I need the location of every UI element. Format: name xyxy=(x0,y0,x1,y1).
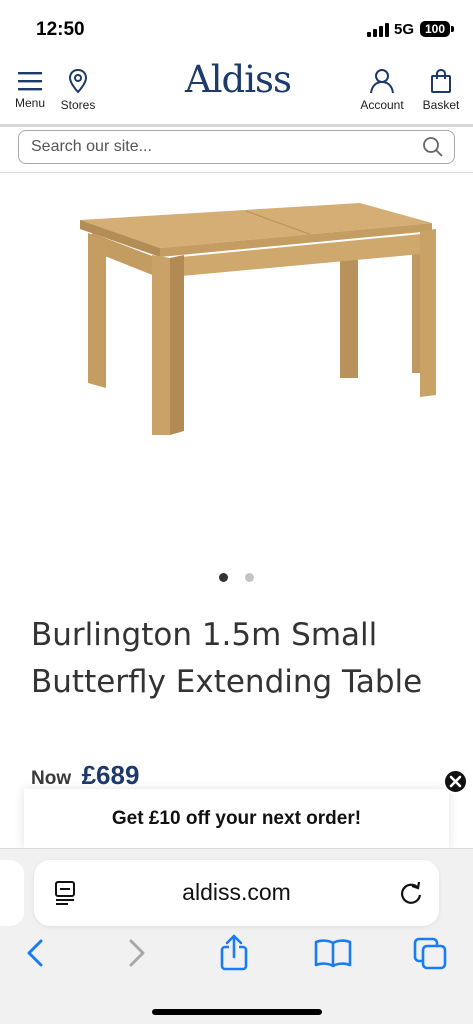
basket-button[interactable]: Basket xyxy=(411,62,471,114)
stores-label: Stores xyxy=(60,98,96,112)
home-indicator xyxy=(152,1009,322,1015)
carousel-dot-active[interactable] xyxy=(219,573,229,582)
browser-toolbar: aldiss.com xyxy=(0,848,473,1024)
promo-text: Get £10 off your next order! xyxy=(111,808,362,829)
share-icon xyxy=(220,934,248,971)
forward-icon xyxy=(129,939,145,967)
stores-button[interactable]: Stores xyxy=(48,62,108,114)
forward-button[interactable] xyxy=(117,933,157,973)
signal-icon xyxy=(367,23,389,37)
url-text: aldiss.com xyxy=(182,879,291,905)
product-image[interactable] xyxy=(0,173,473,563)
carousel-dot[interactable] xyxy=(244,573,254,582)
carousel-dots xyxy=(0,569,473,582)
now-label: Now xyxy=(31,768,72,789)
previous-tab-preview[interactable] xyxy=(0,860,24,926)
tabs-icon xyxy=(413,937,447,970)
header-divider xyxy=(0,124,473,127)
battery-icon: 100 xyxy=(420,21,450,37)
back-icon xyxy=(27,939,43,967)
product-price: £689 xyxy=(81,760,140,790)
share-button[interactable] xyxy=(214,933,254,973)
status-bar: 12:50 5G 100 xyxy=(0,0,473,58)
search-input[interactable] xyxy=(31,131,411,163)
aldiss-logo[interactable]: Aldiss xyxy=(176,58,300,108)
menu-icon xyxy=(18,72,42,91)
price-row: Now £689 xyxy=(31,760,139,792)
address-bar[interactable]: aldiss.com xyxy=(34,860,439,926)
site-header: Menu Stores Aldiss Account Basket xyxy=(0,58,473,122)
search-icon[interactable] xyxy=(422,136,444,158)
back-button[interactable] xyxy=(17,933,57,973)
network-type: 5G xyxy=(394,21,415,38)
bookmarks-button[interactable] xyxy=(313,933,353,973)
reload-icon[interactable] xyxy=(398,880,424,906)
account-button[interactable]: Account xyxy=(352,62,412,114)
account-icon xyxy=(370,69,394,94)
bookmarks-icon xyxy=(314,939,352,968)
status-time: 12:50 xyxy=(36,19,85,40)
promo-banner[interactable]: Get £10 off your next order! xyxy=(24,789,449,849)
table-illustration xyxy=(80,203,436,435)
location-pin-icon xyxy=(68,68,88,94)
search-bar xyxy=(18,130,455,164)
promo-close-button[interactable] xyxy=(443,769,468,794)
basket-label: Basket xyxy=(422,98,460,112)
battery-tip xyxy=(451,26,454,32)
account-label: Account xyxy=(360,98,404,112)
basket-icon xyxy=(431,68,451,93)
tabs-button[interactable] xyxy=(411,933,451,973)
close-icon xyxy=(449,775,462,788)
product-title: Burlington 1.5m Small Butterfly Extendin… xyxy=(31,617,423,700)
